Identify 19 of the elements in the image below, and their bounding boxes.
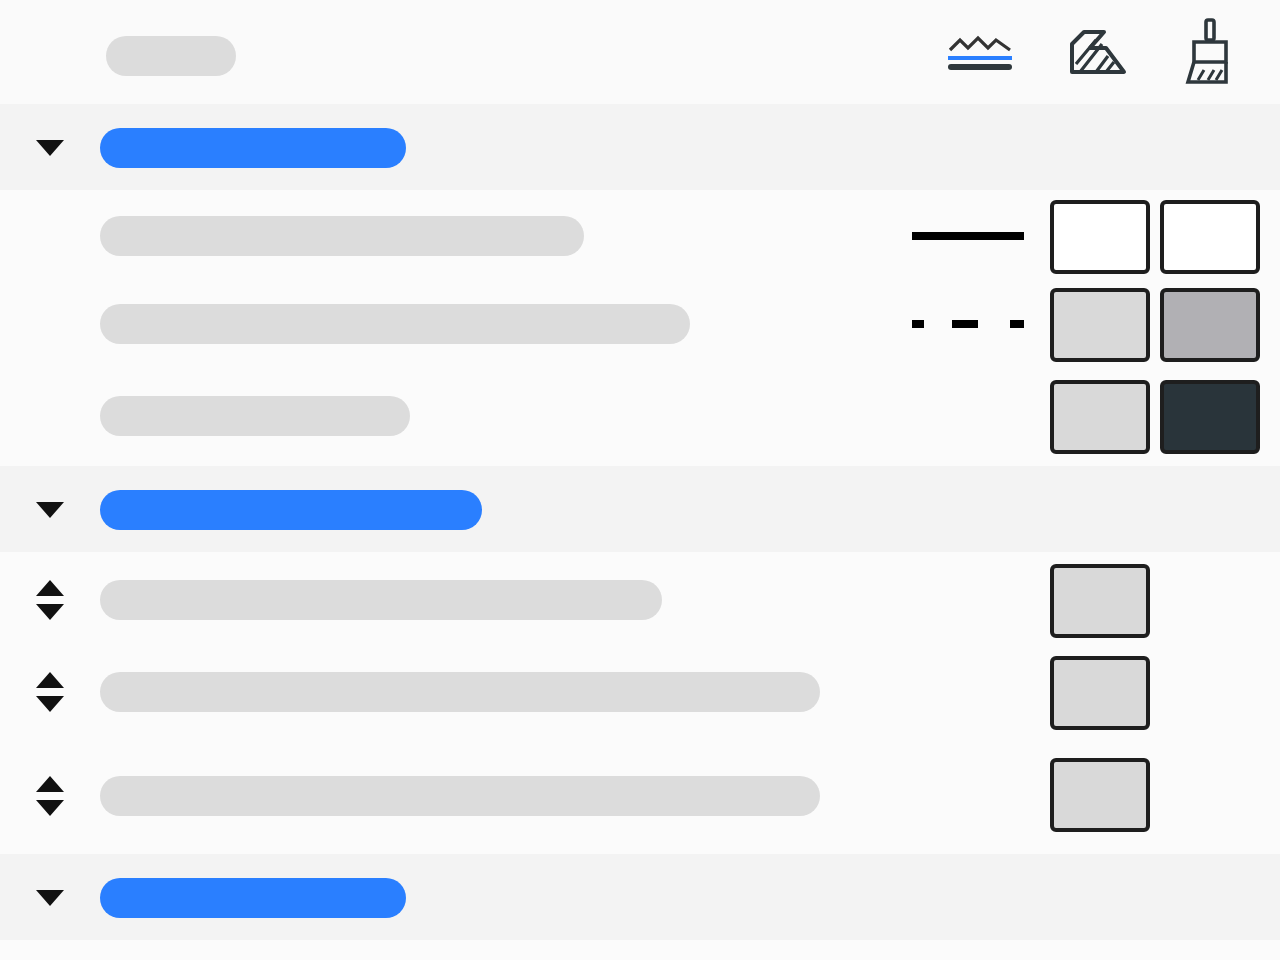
sort-handle-icon[interactable] bbox=[36, 578, 64, 622]
color-swatch[interactable] bbox=[1160, 287, 1260, 361]
line-style-icon[interactable] bbox=[948, 32, 1012, 72]
caret-icon[interactable] bbox=[36, 137, 64, 157]
color-swatch[interactable] bbox=[1050, 287, 1150, 361]
color-swatch[interactable] bbox=[1160, 379, 1260, 453]
color-swatch[interactable] bbox=[1050, 563, 1150, 637]
caret-icon[interactable] bbox=[36, 499, 64, 519]
sort-handle-icon[interactable] bbox=[36, 670, 64, 714]
color-swatch[interactable] bbox=[1050, 379, 1150, 453]
color-swatch[interactable] bbox=[1050, 655, 1150, 729]
color-swatch[interactable] bbox=[1050, 199, 1150, 273]
hatch-pattern-icon[interactable] bbox=[1068, 28, 1128, 76]
caret-icon[interactable] bbox=[36, 887, 64, 907]
dashed-line-icon[interactable] bbox=[912, 318, 1024, 330]
sort-handle-icon[interactable] bbox=[36, 773, 64, 817]
color-swatch[interactable] bbox=[1160, 199, 1260, 273]
placeholder-bar bbox=[106, 36, 236, 76]
color-swatch[interactable] bbox=[1050, 758, 1150, 832]
